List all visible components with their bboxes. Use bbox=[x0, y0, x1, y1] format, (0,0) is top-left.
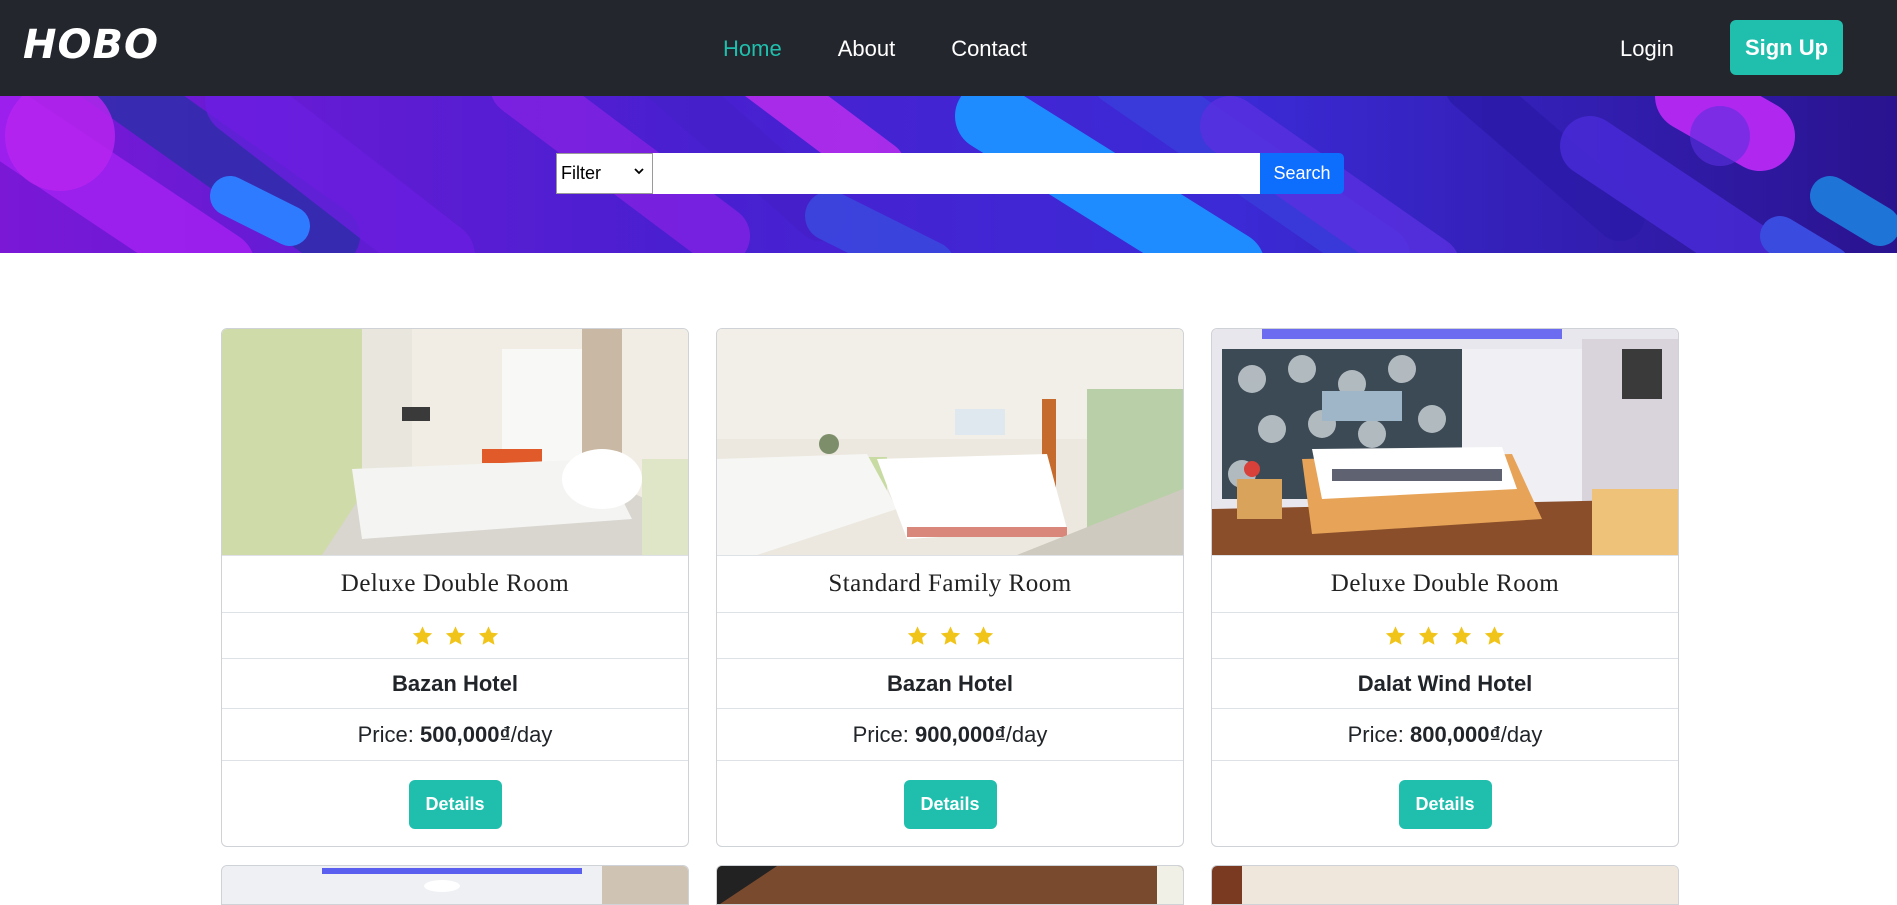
price-row: Price: 900,000₫/day bbox=[717, 708, 1183, 760]
room-photo[interactable] bbox=[222, 329, 688, 555]
nav-link-home[interactable]: Home bbox=[723, 36, 782, 64]
star-icon bbox=[973, 625, 993, 645]
login-link[interactable]: Login bbox=[1620, 36, 1674, 62]
hotel-row: Bazan Hotel bbox=[222, 658, 688, 708]
room-photo bbox=[1212, 866, 1678, 904]
price-prefix: Price: bbox=[357, 721, 420, 747]
price-text: Price: 500,000₫/day bbox=[358, 722, 553, 748]
search-button[interactable]: Search bbox=[1260, 153, 1344, 194]
hotel-name: Dalat Wind Hotel bbox=[1357, 670, 1533, 696]
signup-button[interactable]: Sign Up bbox=[1730, 20, 1843, 75]
star-icon bbox=[1418, 625, 1439, 645]
room-card: Deluxe Double Room Bazan Hotel Price: 50… bbox=[221, 328, 689, 847]
price-value: 900,000₫ bbox=[914, 721, 1006, 747]
actions-row: Details bbox=[717, 760, 1183, 846]
star-rating bbox=[411, 625, 500, 647]
price-text: Price: 800,000₫/day bbox=[1348, 722, 1543, 748]
room-type-row: Standard Family Room bbox=[717, 555, 1183, 612]
star-icon bbox=[1484, 625, 1505, 645]
search-bar: Filter Search bbox=[556, 153, 1344, 194]
star-icon bbox=[907, 625, 927, 645]
price-value: 800,000₫ bbox=[1409, 721, 1501, 747]
star-rating bbox=[1384, 625, 1506, 647]
chevron-down-icon bbox=[634, 168, 644, 175]
details-button[interactable]: Details bbox=[1398, 780, 1492, 829]
price-suffix: /day bbox=[510, 721, 553, 747]
star-rating bbox=[906, 625, 995, 647]
star-icon bbox=[1385, 625, 1406, 645]
room-card: Deluxe Double Room Dalat Wind Hotel Pric… bbox=[1211, 328, 1679, 847]
details-button[interactable]: Details bbox=[903, 780, 997, 829]
star-icon bbox=[445, 625, 465, 645]
actions-row: Details bbox=[222, 760, 688, 846]
price-row: Price: 800,000₫/day bbox=[1212, 708, 1678, 760]
top-navbar: HOBO Home About Contact Login Sign Up bbox=[0, 0, 1897, 96]
room-card-next[interactable] bbox=[221, 865, 689, 905]
room-photo[interactable] bbox=[717, 329, 1183, 555]
room-type-row: Deluxe Double Room bbox=[222, 555, 688, 612]
filter-dropdown[interactable]: Filter bbox=[556, 153, 653, 194]
price-prefix: Price: bbox=[1347, 721, 1410, 747]
brand-logo[interactable]: HOBO bbox=[23, 22, 159, 68]
hotel-row: Dalat Wind Hotel bbox=[1212, 658, 1678, 708]
star-icon bbox=[940, 625, 960, 645]
search-input[interactable] bbox=[653, 153, 1260, 194]
details-button[interactable]: Details bbox=[408, 780, 502, 829]
hotel-name: Bazan Hotel bbox=[887, 670, 1013, 696]
room-type-row: Deluxe Double Room bbox=[1212, 555, 1678, 612]
price-text: Price: 900,000₫/day bbox=[853, 722, 1048, 748]
star-icon bbox=[1451, 625, 1472, 645]
room-photo[interactable] bbox=[1212, 329, 1678, 555]
rating-row bbox=[717, 612, 1183, 658]
hotel-name: Bazan Hotel bbox=[392, 670, 518, 696]
star-icon bbox=[412, 625, 432, 645]
price-prefix: Price: bbox=[852, 721, 915, 747]
room-photo bbox=[717, 866, 1183, 904]
nav-link-contact[interactable]: Contact bbox=[951, 36, 1027, 64]
room-card-next[interactable] bbox=[1211, 865, 1679, 905]
price-value: 500,000₫ bbox=[419, 721, 511, 747]
room-type: Deluxe Double Room bbox=[340, 570, 570, 597]
rating-row bbox=[222, 612, 688, 658]
nav-link-about[interactable]: About bbox=[838, 36, 896, 64]
filter-selected-value: Filter bbox=[561, 163, 601, 183]
price-suffix: /day bbox=[1500, 721, 1543, 747]
room-photo bbox=[222, 866, 688, 904]
rating-row bbox=[1212, 612, 1678, 658]
hotel-row: Bazan Hotel bbox=[717, 658, 1183, 708]
actions-row: Details bbox=[1212, 760, 1678, 846]
room-type: Standard Family Room bbox=[828, 570, 1072, 597]
nav-links: Home About Contact bbox=[723, 36, 1027, 64]
price-suffix: /day bbox=[1005, 721, 1048, 747]
room-card-next[interactable] bbox=[716, 865, 1184, 905]
price-row: Price: 500,000₫/day bbox=[222, 708, 688, 760]
room-type: Deluxe Double Room bbox=[1330, 570, 1560, 597]
star-icon bbox=[478, 625, 498, 645]
room-card: Standard Family Room Bazan Hotel Price: … bbox=[716, 328, 1184, 847]
